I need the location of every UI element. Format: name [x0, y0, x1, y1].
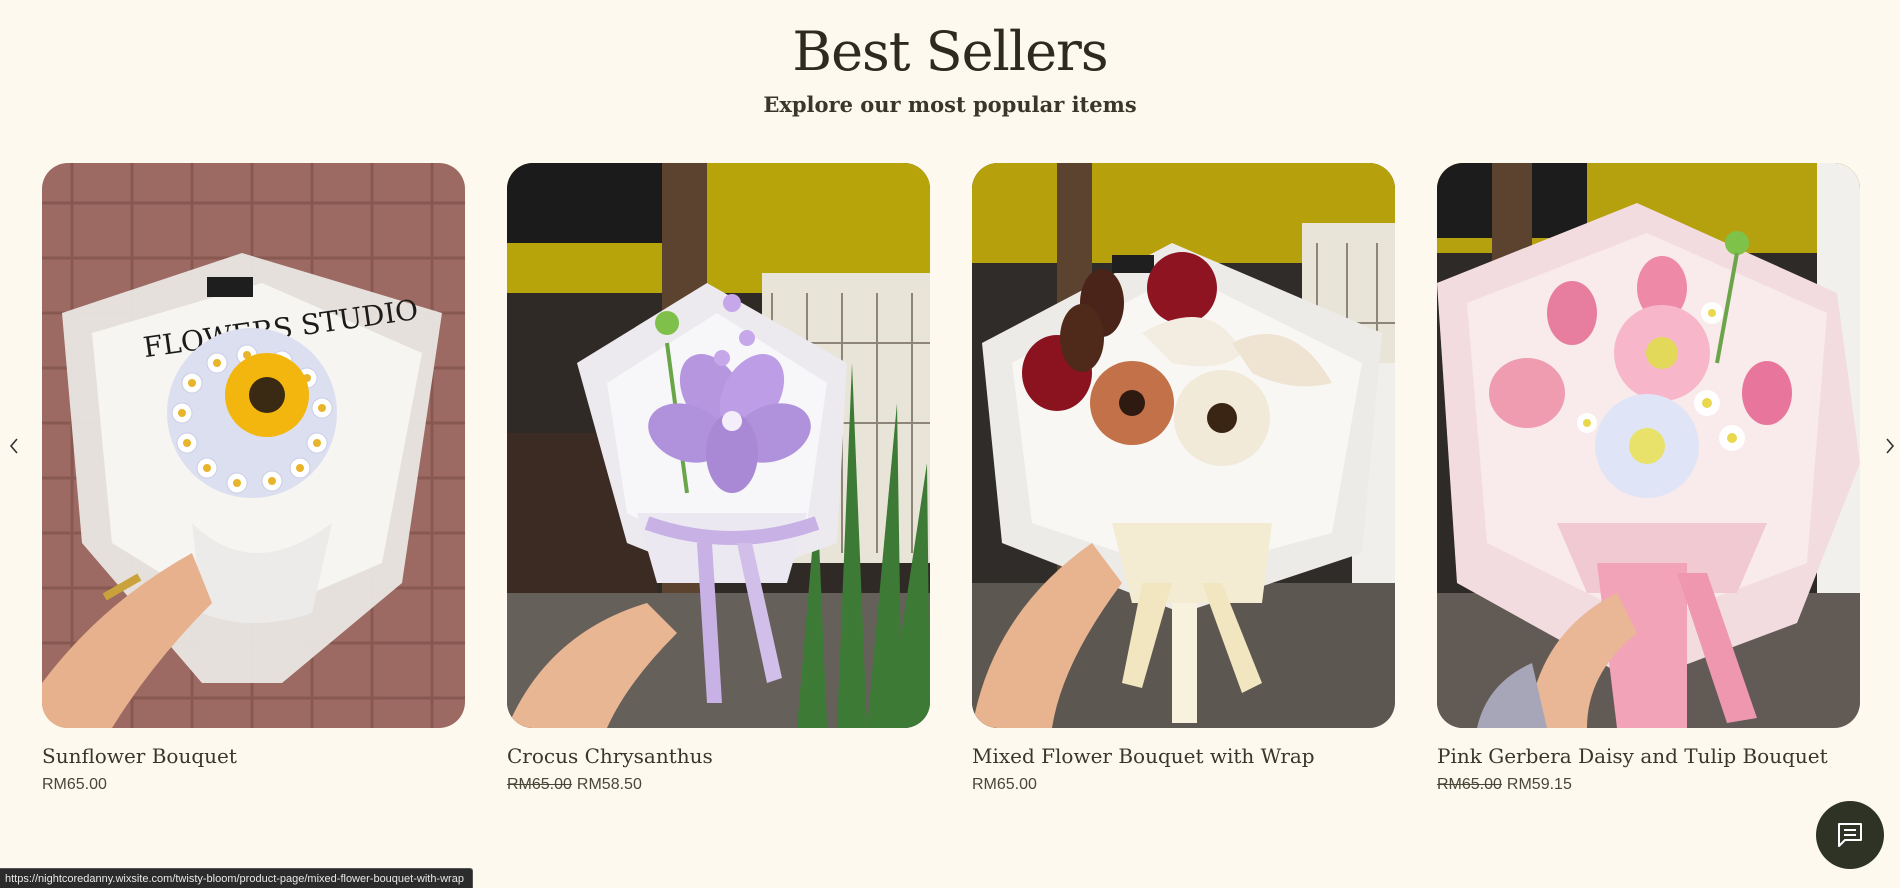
original-price: RM65.00 [1437, 776, 1502, 793]
sale-price: RM58.50 [576, 776, 642, 793]
mixed-flower-bouquet-photo[interactable] [972, 163, 1395, 728]
chevron-left-icon [9, 438, 18, 454]
product-name[interactable]: Pink Gerbera Daisy and Tulip Bouquet [1437, 744, 1860, 768]
product-name[interactable]: Mixed Flower Bouquet with Wrap [972, 744, 1395, 768]
purple-crocus-bouquet-photo[interactable] [507, 163, 930, 728]
original-price: RM65.00 [507, 776, 572, 793]
product-card[interactable]: FLOWERS STUDIO Sunflower Bouquet RM65.00 [42, 163, 465, 794]
product-name[interactable]: Crocus Chrysanthus [507, 744, 930, 768]
section-subtitle: Explore our most popular items [763, 92, 1137, 117]
product-price: RM65.00 [42, 776, 465, 794]
chat-icon [1838, 823, 1862, 847]
product-price: RM65.00 RM59.15 [1437, 776, 1860, 794]
sale-price: RM59.15 [1506, 776, 1572, 793]
current-price: RM65.00 [972, 776, 1037, 793]
sunflower-bouquet-photo[interactable]: FLOWERS STUDIO [42, 163, 465, 728]
chevron-right-icon [1886, 438, 1895, 454]
product-card[interactable]: Crocus Chrysanthus RM65.00 RM58.50 [507, 163, 930, 794]
product-price: RM65.00 [972, 776, 1395, 794]
chat-button[interactable] [1816, 801, 1884, 869]
product-name[interactable]: Sunflower Bouquet [42, 744, 465, 768]
carousel-prev-button[interactable] [0, 432, 28, 460]
carousel-next-button[interactable] [1876, 432, 1900, 460]
current-price: RM65.00 [42, 776, 107, 793]
status-bar-url: https://nightcoredanny.wixsite.com/twist… [0, 868, 473, 888]
product-card[interactable]: Pink Gerbera Daisy and Tulip Bouquet RM6… [1437, 163, 1860, 794]
section-title: Best Sellers [792, 20, 1108, 83]
product-price: RM65.00 RM58.50 [507, 776, 930, 794]
pink-gerbera-tulip-bouquet-photo[interactable] [1437, 163, 1860, 728]
product-card[interactable]: Mixed Flower Bouquet with Wrap RM65.00 [972, 163, 1395, 794]
